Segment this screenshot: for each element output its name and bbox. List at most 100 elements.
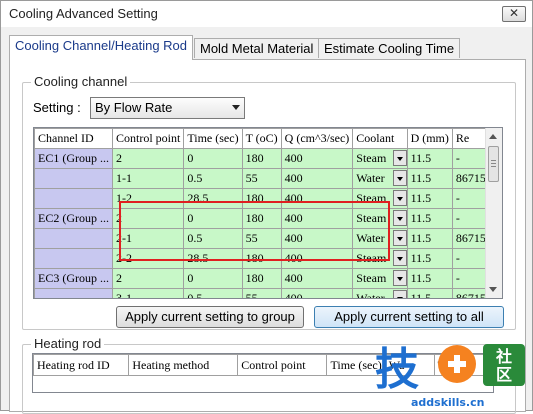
channel-id-cell[interactable] xyxy=(34,248,113,269)
diameter-cell[interactable]: 11.5 xyxy=(406,268,453,289)
column-header[interactable]: Control point xyxy=(111,128,185,149)
time-cell[interactable]: 0.5 xyxy=(183,288,243,298)
diameter-cell[interactable]: 11.5 xyxy=(406,228,453,249)
diameter-cell[interactable]: 11.5 xyxy=(406,208,453,229)
tab-mold-metal-material[interactable]: Mold Metal Material xyxy=(194,38,320,58)
tab-estimate-cooling-time[interactable]: Estimate Cooling Time xyxy=(318,38,461,58)
diameter-cell[interactable]: 11.5 xyxy=(406,288,453,298)
channel-id-cell[interactable]: EC1 (Group ... xyxy=(34,148,113,169)
temperature-cell[interactable]: 180 xyxy=(241,148,282,169)
diameter-cell[interactable]: 11.5 xyxy=(406,248,453,269)
column-header[interactable]: Time (sec) xyxy=(183,128,243,149)
column-header[interactable]: Heating rod ID xyxy=(33,354,130,376)
flow-rate-cell[interactable]: 400 xyxy=(280,248,354,269)
coolant-cell[interactable]: Water xyxy=(352,228,408,249)
chevron-down-icon xyxy=(232,105,240,110)
cooling-channel-group-label: Cooling channel xyxy=(31,74,131,89)
column-header[interactable]: Control point xyxy=(237,354,328,376)
time-cell[interactable]: 28.5 xyxy=(183,188,243,209)
coolant-cell[interactable]: Steam xyxy=(352,268,408,289)
scroll-up-arrow-icon[interactable] xyxy=(489,134,497,139)
coolant-dropdown-icon[interactable] xyxy=(392,210,407,226)
time-cell[interactable]: 0.5 xyxy=(183,228,243,249)
control-point-cell[interactable]: 3-1 xyxy=(111,288,185,298)
coolant-cell[interactable]: Steam xyxy=(352,208,408,229)
tab-cooling-channel-heating-rod[interactable]: Cooling Channel/Heating Rod xyxy=(9,35,194,60)
diameter-cell[interactable]: 11.5 xyxy=(406,188,453,209)
temperature-cell[interactable]: 55 xyxy=(241,168,282,189)
channel-id-cell[interactable] xyxy=(34,168,113,189)
watermark-community-2: 区 xyxy=(496,365,512,384)
time-cell[interactable]: 0 xyxy=(183,268,243,289)
flow-rate-cell[interactable]: 400 xyxy=(280,148,354,169)
diameter-cell[interactable]: 11.5 xyxy=(406,148,453,169)
flow-rate-cell[interactable]: 400 xyxy=(280,188,354,209)
coolant-dropdown-icon[interactable] xyxy=(392,270,407,286)
flow-rate-cell[interactable]: 400 xyxy=(280,228,354,249)
control-point-cell[interactable]: 2-2 xyxy=(111,248,185,269)
control-point-cell[interactable]: 2 xyxy=(111,268,185,289)
temperature-cell[interactable]: 55 xyxy=(241,228,282,249)
apply-to-group-button[interactable]: Apply current setting to group xyxy=(116,306,304,328)
channel-id-cell[interactable]: EC3 (Group ... xyxy=(34,268,113,289)
scroll-down-arrow-icon[interactable] xyxy=(489,287,497,292)
coolant-value: Steam xyxy=(356,191,387,205)
table-row[interactable]: 3-1 0.5 55 400 Water 11.5 86715.3 xyxy=(34,288,502,298)
table-row[interactable]: 1-2 28.5 180 400 Steam 11.5- xyxy=(34,188,502,209)
temperature-cell[interactable]: 55 xyxy=(241,288,282,298)
temperature-cell[interactable]: 180 xyxy=(241,188,282,209)
control-point-cell[interactable]: 2 xyxy=(111,208,185,229)
coolant-cell[interactable]: Water xyxy=(352,168,408,189)
close-button[interactable]: ✕ xyxy=(502,6,526,22)
table-row[interactable]: EC2 (Group ... 2 0 180 400 Steam 11.5- xyxy=(34,208,502,229)
coolant-cell[interactable]: Steam xyxy=(352,148,408,169)
column-header[interactable]: Coolant xyxy=(352,128,408,149)
coolant-dropdown-icon[interactable] xyxy=(392,250,407,266)
coolant-cell[interactable]: Steam xyxy=(352,248,408,269)
channel-id-cell[interactable] xyxy=(34,288,113,298)
flow-rate-cell[interactable]: 400 xyxy=(280,208,354,229)
scrollbar-thumb[interactable] xyxy=(488,146,499,182)
table-row[interactable]: 2-1 0.5 55 400 Water 11.5 86715.3 xyxy=(34,228,502,249)
cooling-advanced-setting-window: Cooling Advanced Setting ✕ Cooling Chann… xyxy=(0,0,533,414)
table-row[interactable]: 2-2 28.5 180 400 Steam 11.5- xyxy=(34,248,502,269)
flow-rate-cell[interactable]: 400 xyxy=(280,268,354,289)
coolant-value: Steam xyxy=(356,251,387,265)
coolant-dropdown-icon[interactable] xyxy=(392,170,407,186)
coolant-dropdown-icon[interactable] xyxy=(392,290,407,298)
temperature-cell[interactable]: 180 xyxy=(241,248,282,269)
coolant-dropdown-icon[interactable] xyxy=(392,230,407,246)
table-row[interactable]: 1-1 0.5 55 400 Water 11.5 86715.3 xyxy=(34,168,502,189)
temperature-cell[interactable]: 180 xyxy=(241,268,282,289)
channel-id-cell[interactable] xyxy=(34,228,113,249)
coolant-cell[interactable]: Water xyxy=(352,288,408,298)
setting-combobox[interactable]: By Flow Rate xyxy=(90,97,245,119)
flow-rate-cell[interactable]: 400 xyxy=(280,288,354,298)
coolant-dropdown-icon[interactable] xyxy=(392,150,407,166)
control-point-cell[interactable]: 2-1 xyxy=(111,228,185,249)
time-cell[interactable]: 0 xyxy=(183,208,243,229)
column-header[interactable]: Q (cm^3/sec) xyxy=(280,128,354,149)
column-header[interactable]: T (oC) xyxy=(241,128,282,149)
control-point-cell[interactable]: 1-2 xyxy=(111,188,185,209)
time-cell[interactable]: 0 xyxy=(183,148,243,169)
channel-id-cell[interactable]: EC2 (Group ... xyxy=(34,208,113,229)
flow-rate-cell[interactable]: 400 xyxy=(280,168,354,189)
control-point-cell[interactable]: 1-1 xyxy=(111,168,185,189)
time-cell[interactable]: 0.5 xyxy=(183,168,243,189)
vertical-scrollbar[interactable] xyxy=(485,128,502,298)
time-cell[interactable]: 28.5 xyxy=(183,248,243,269)
temperature-cell[interactable]: 180 xyxy=(241,208,282,229)
channel-id-cell[interactable] xyxy=(34,188,113,209)
diameter-cell[interactable]: 11.5 xyxy=(406,168,453,189)
column-header[interactable]: Heating method xyxy=(128,354,239,376)
control-point-cell[interactable]: 2 xyxy=(111,148,185,169)
table-row[interactable]: EC3 (Group ... 2 0 180 400 Steam 11.5- xyxy=(34,268,502,289)
column-header[interactable]: D (mm) xyxy=(406,128,453,149)
coolant-dropdown-icon[interactable] xyxy=(392,190,407,206)
table-row[interactable]: EC1 (Group ... 2 0 180 400 Steam 11.5- xyxy=(34,148,502,169)
cooling-channel-table[interactable]: Channel ID Control point Time (sec) T (o… xyxy=(33,127,503,299)
column-header[interactable]: Channel ID xyxy=(34,128,113,149)
apply-to-all-button[interactable]: Apply current setting to all xyxy=(314,306,504,328)
coolant-cell[interactable]: Steam xyxy=(352,188,408,209)
